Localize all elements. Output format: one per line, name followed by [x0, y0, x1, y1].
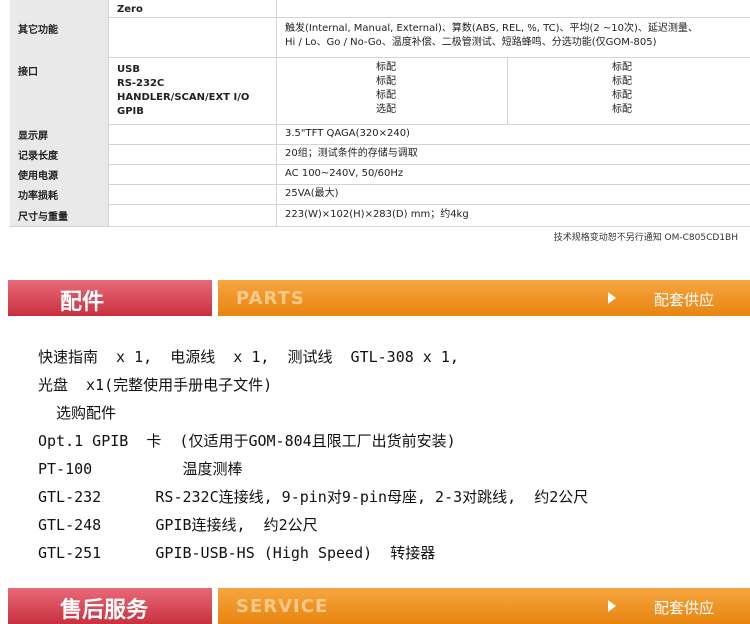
spec-value-empty: [276, 0, 750, 17]
spec-label-size: 尺寸与重量: [10, 204, 108, 226]
supply-link[interactable]: 配套供应: [654, 289, 714, 310]
spec-row-interface: 接口 USB RS-232C HANDLER/SCAN/EXT I/O GPIB…: [10, 57, 750, 125]
interface-col-805: 标配 标配 标配 选配: [326, 61, 446, 117]
accessory-line: 光盘 x1(完整使用手册电子文件): [38, 376, 273, 394]
spec-sub-empty: [108, 144, 276, 164]
spec-sub-empty: [108, 184, 276, 204]
col1-rs232c: 标配: [376, 76, 396, 87]
spec-row-other: 其它功能 触发(Internal, Manual, External)、算数(A…: [10, 17, 750, 58]
spec-row-power: 使用电源 AC 100~240V, 50/60Hz: [10, 164, 750, 185]
spec-note: 技术规格变动恕不另行通知 OM-C805CD1BH: [553, 233, 738, 243]
spec-sub-empty: [108, 17, 276, 57]
spec-row-consumption: 功率损耗 25VA(最大): [10, 184, 750, 205]
spec-value-memory: 20组；测试条件的存储与调取: [276, 144, 750, 164]
spec-value-size: 223(W)×102(H)×283(D) mm；约4kg: [276, 204, 750, 226]
spec-value-consumption: 25VA(最大): [276, 184, 750, 204]
interface-handler: HANDLER/SCAN/EXT I/O: [117, 92, 250, 103]
col2-gpib: 标配: [612, 104, 632, 115]
spec-label-other: 其它功能: [10, 17, 108, 57]
spec-label-interface: 接口: [10, 57, 108, 124]
supply-link[interactable]: 配套供应: [654, 597, 714, 618]
col2-usb: 标配: [612, 62, 632, 73]
spec-other-line2: Hi / Lo、Go / No-Go、温度补偿、二极管测试、短路蜂鸣、分选功能(…: [285, 37, 657, 48]
spec-label-memory: 记录长度: [10, 144, 108, 164]
accessory-line: GTL-232 RS-232C连接线, 9-pin对9-pin母座, 2-3对跳…: [38, 488, 589, 506]
header-red-block: [8, 280, 212, 316]
column-divider: [507, 57, 508, 124]
col2-rs232c: 标配: [612, 76, 632, 87]
spec-row-size: 尺寸与重量 223(W)×102(H)×283(D) mm；约4kg: [10, 204, 750, 227]
spec-row-memory: 记录长度 20组；测试条件的存储与调取: [10, 144, 750, 165]
spec-label-power: 使用电源: [10, 164, 108, 184]
section-title-en: PARTS: [236, 288, 305, 309]
arrow-icon: [608, 292, 616, 304]
spec-sub-empty: [108, 204, 276, 226]
section-header-service: 售后服务 SERVICE 配套供应: [8, 588, 750, 624]
arrow-icon: [608, 600, 616, 612]
interface-col-804: 标配 标配 标配 标配: [562, 61, 682, 117]
accessory-line: PT-100 温度测棒: [38, 460, 243, 478]
col1-usb: 标配: [376, 62, 396, 73]
section-title-en: SERVICE: [236, 596, 329, 617]
col1-handler: 标配: [376, 90, 396, 101]
spec-label-consumption: 功率损耗: [10, 184, 108, 204]
accessory-line: 快速指南 x 1, 电源线 x 1, 测试线 GTL-308 x 1,: [38, 348, 459, 366]
col2-handler: 标配: [612, 90, 632, 101]
section-title-cn: 售后服务: [60, 598, 149, 623]
spec-value-power: AC 100~240V, 50/60Hz: [276, 164, 750, 184]
spec-value-other: 触发(Internal, Manual, External)、算数(ABS, R…: [276, 17, 750, 57]
interface-rs232c: RS-232C: [117, 78, 165, 89]
spec-interface-items: USB RS-232C HANDLER/SCAN/EXT I/O GPIB: [108, 57, 276, 124]
spec-sub-empty: [108, 124, 276, 144]
accessory-line: GTL-248 GPIB连接线, 约2公尺: [38, 516, 318, 534]
accessory-line: GTL-251 GPIB-USB-HS (High Speed) 转接器: [38, 544, 436, 562]
col1-gpib: 选配: [376, 104, 396, 115]
spec-row-display: 显示屏 3.5"TFT QAGA(320×240): [10, 124, 750, 145]
interface-usb: USB: [117, 64, 140, 75]
accessory-line: Opt.1 GPIB 卡 (仅适用于GOM-804且限工厂出货前安装): [38, 432, 456, 450]
section-title-cn: 配件: [60, 290, 105, 315]
section-header-parts: 配件 PARTS 配套供应: [8, 280, 750, 316]
spec-row-zero: Zero: [10, 0, 750, 18]
spec-label-display: 显示屏: [10, 124, 108, 144]
interface-gpib: GPIB: [117, 106, 144, 117]
spec-other-line1: 触发(Internal, Manual, External)、算数(ABS, R…: [285, 23, 698, 34]
spec-value-display: 3.5"TFT QAGA(320×240): [276, 124, 750, 144]
accessory-line: 选购配件: [38, 404, 117, 422]
spec-label-empty: [10, 0, 108, 17]
spec-sub-empty: [108, 164, 276, 184]
spec-zero: Zero: [108, 0, 276, 17]
